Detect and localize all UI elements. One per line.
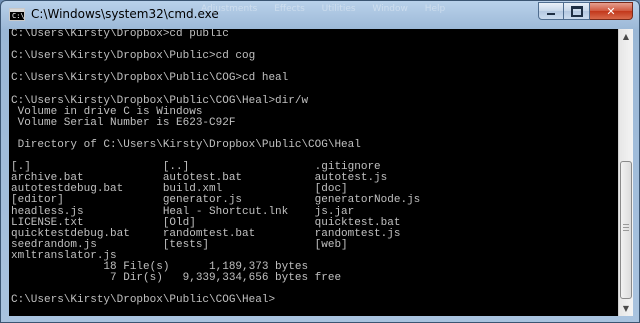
console-line: C:\Users\Kirsty\Dropbox\Public>cd cog — [11, 50, 256, 63]
console-line: headless.js Heal - Shortcut.lnk js.jar — [11, 205, 355, 218]
cmd-window: C:\ C:\Windows\system32\cmd.exe Adjustme… — [0, 0, 640, 323]
console-app-icon[interactable]: C:\ — [9, 8, 25, 21]
scroll-up-arrow-icon[interactable]: ▲ — [619, 29, 633, 44]
console-line: Volume Serial Number is E623-C92F — [11, 116, 236, 129]
console-line: C:\Users\Kirsty\Dropbox\Public\COG>cd he… — [11, 72, 289, 85]
title-bar[interactable]: C:\ C:\Windows\system32\cmd.exe Adjustme… — [1, 1, 639, 29]
close-icon: ✕ — [606, 4, 616, 18]
caption-buttons: ✕ — [538, 2, 633, 20]
console-line: 7 Dir(s) 9,339,334,656 bytes free — [11, 272, 342, 285]
vertical-scrollbar[interactable]: ▲ ▼ — [618, 29, 633, 316]
console-line: C:\Users\Kirsty\Dropbox\Public\COG\Heal>… — [11, 94, 309, 107]
console-text: C:\Users\Kirsty\Dropbox>cd public C:\User… — [9, 29, 618, 316]
maximize-icon — [570, 5, 583, 17]
scroll-thumb[interactable] — [620, 161, 632, 299]
console-line: C:\Users\Kirsty\Dropbox\Public\COG\Heal> — [11, 294, 276, 307]
scroll-down-arrow-icon[interactable]: ▼ — [619, 301, 633, 316]
minimize-button[interactable] — [538, 2, 564, 20]
minimize-icon — [547, 13, 555, 15]
console-line: [editor] generator.js generatorNode.js — [11, 194, 421, 207]
console-output[interactable]: C:\Users\Kirsty\Dropbox>cd public C:\User… — [9, 29, 618, 316]
console-app-icon-label: C:\ — [12, 12, 25, 20]
console-line: Directory of C:\Users\Kirsty\Dropbox\Pub… — [11, 138, 361, 151]
maximize-button[interactable] — [564, 2, 590, 20]
background-menu-bar: Adjustments Effects Utilities Window Hel… — [201, 4, 446, 14]
window-title: C:\Windows\system32\cmd.exe — [31, 7, 219, 21]
close-button[interactable]: ✕ — [590, 2, 633, 20]
console-line: C:\Users\Kirsty\Dropbox>cd public — [11, 29, 229, 40]
